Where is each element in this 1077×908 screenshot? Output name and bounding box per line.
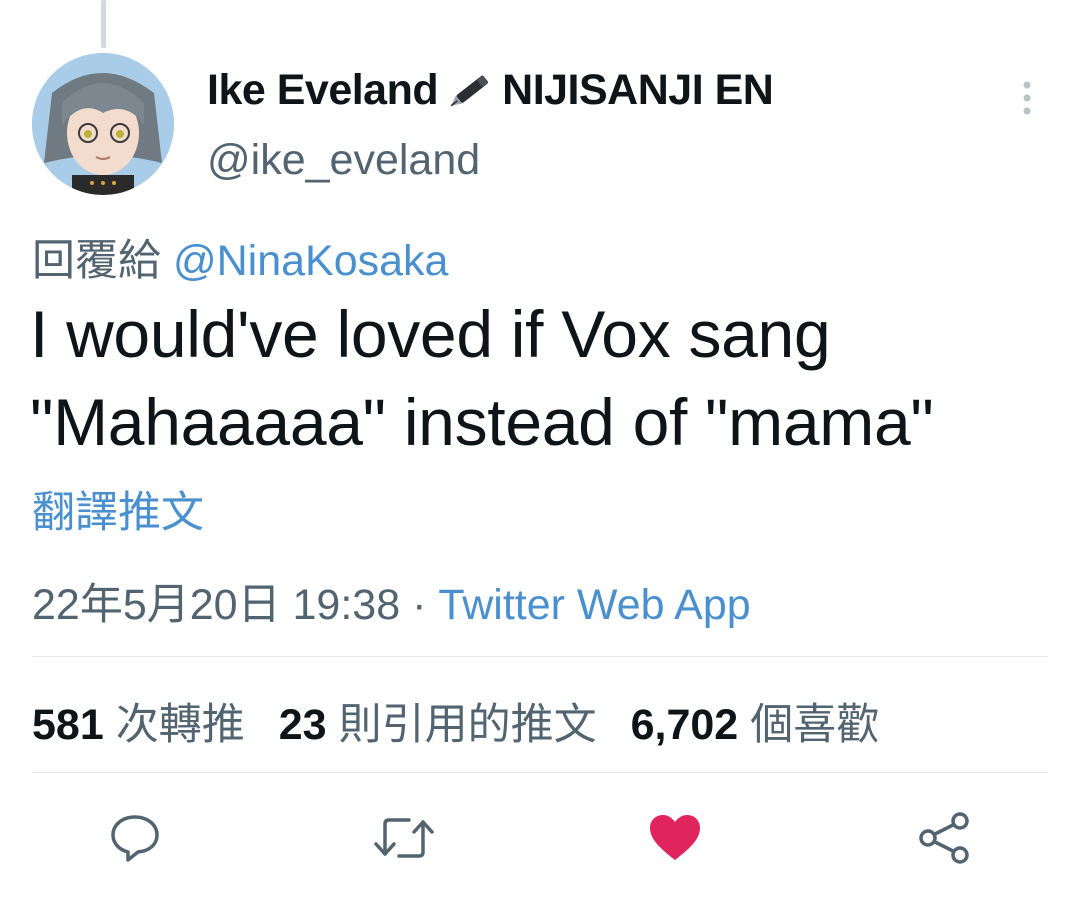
quotes-stat[interactable]: 23 則引用的推文 — [279, 690, 597, 752]
more-vertical-icon — [1023, 81, 1031, 115]
display-name-suffix: NIJISANJI EN — [502, 66, 774, 114]
divider-top — [32, 656, 1048, 657]
retweets-label: 次轉推 — [115, 701, 245, 749]
quotes-label: 則引用的推文 — [338, 701, 597, 749]
tweet-stats: 581 次轉推 23 則引用的推文 6,702 個喜歡 — [32, 690, 879, 752]
divider-bottom — [32, 772, 1048, 773]
reply-to-line: 回覆給 @NinaKosaka — [32, 226, 448, 288]
likes-count: 6,702 — [630, 701, 739, 749]
share-button[interactable] — [912, 806, 976, 870]
retweet-icon — [374, 818, 434, 858]
likes-stat[interactable]: 6,702 個喜歡 — [631, 690, 880, 752]
likes-label: 個喜歡 — [750, 701, 880, 749]
tweet-text-line-1: I would've loved if Vox sang — [30, 297, 831, 371]
retweets-stat[interactable]: 581 次轉推 — [32, 690, 245, 752]
quotes-count: 23 — [278, 701, 327, 749]
like-button[interactable] — [643, 806, 707, 870]
tweet-text: I would've loved if Vox sang "Mahaaaaa" … — [30, 290, 1050, 466]
tweet-source-link[interactable]: Twitter Web App — [438, 581, 750, 629]
comment-icon — [111, 815, 159, 862]
reply-mention-link[interactable]: @NinaKosaka — [173, 237, 449, 285]
reply-button[interactable] — [103, 806, 167, 870]
display-name-text: Ike Eveland — [207, 66, 439, 114]
pen-icon — [442, 69, 498, 113]
reply-to-label: 回覆給 — [32, 237, 161, 285]
retweet-button[interactable] — [372, 806, 436, 870]
share-icon — [919, 812, 969, 864]
meta-separator: · — [412, 581, 427, 629]
heart-icon — [650, 815, 700, 860]
thread-connector-line — [101, 0, 106, 48]
tweet-actions-bar — [0, 806, 1077, 870]
avatar[interactable] — [32, 53, 174, 195]
more-options-button[interactable] — [1010, 78, 1044, 118]
retweets-count: 581 — [32, 701, 104, 749]
user-handle[interactable]: @ike_eveland — [207, 136, 480, 185]
tweet-text-line-2: "Mahaaaaa" instead of "mama" — [30, 385, 934, 459]
tweet-meta: 22年5月20日 19:38 · Twitter Web App — [32, 570, 751, 632]
tweet-timestamp[interactable]: 22年5月20日 19:38 — [32, 581, 400, 629]
translate-tweet-link[interactable]: 翻譯推文 — [32, 478, 204, 540]
display-name[interactable]: Ike Eveland NIJISANJI EN — [207, 66, 774, 115]
